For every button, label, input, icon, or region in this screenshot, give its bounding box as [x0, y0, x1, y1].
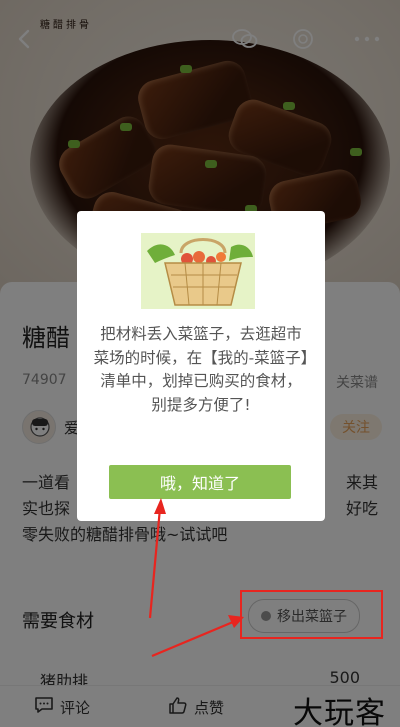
shopping-basket-icon: [141, 233, 255, 309]
dialog-message: 把材料丢入菜篮子，去逛超市菜场的时候，在【我的-菜篮子】清单中，划掉已购买的食材…: [93, 325, 309, 414]
annotation-highlight-box: [240, 590, 383, 639]
basket-tip-dialog: 把材料丢入菜篮子，去逛超市菜场的时候，在【我的-菜篮子】清单中，划掉已购买的食材…: [77, 211, 325, 521]
got-it-button[interactable]: 哦，知道了: [109, 465, 291, 499]
